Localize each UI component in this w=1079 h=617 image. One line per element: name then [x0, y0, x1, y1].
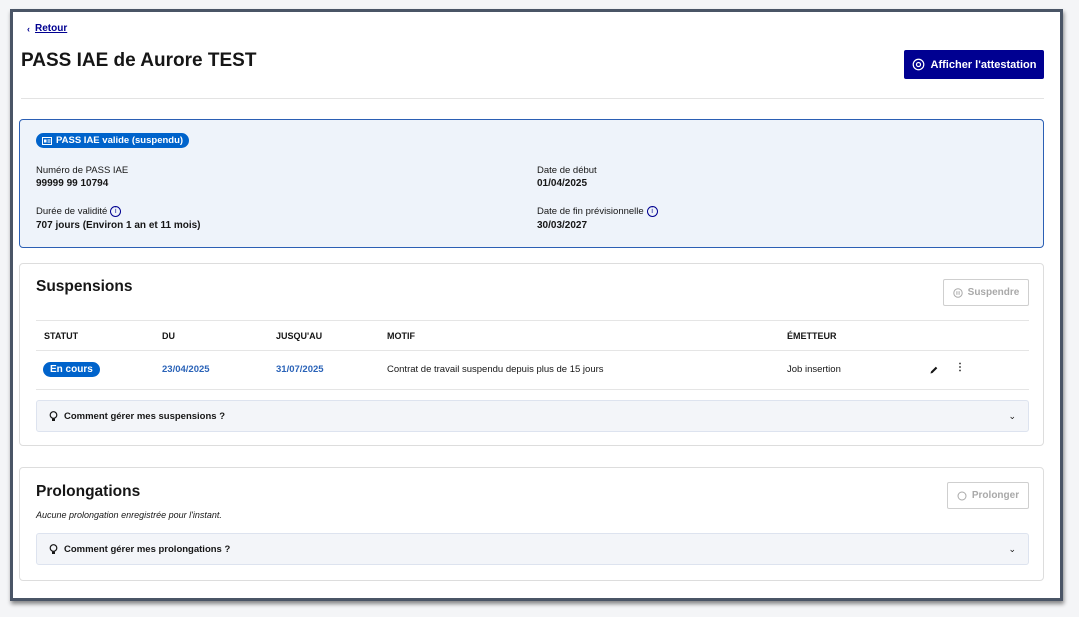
chevron-down-icon: ⌄: [1008, 543, 1016, 554]
circle-icon: [957, 491, 967, 500]
table-top-divider: [36, 320, 1029, 321]
validity-value: 707 jours (Environ 1 an et 11 mois): [36, 220, 201, 231]
header-divider: [21, 98, 1044, 99]
prolongations-title: Prolongations: [36, 483, 141, 500]
validity-label-row: Durée de validité i: [36, 206, 122, 218]
eye-icon: [912, 58, 924, 71]
more-options-icon[interactable]: ⋮: [955, 362, 965, 376]
table-header-divider: [36, 350, 1029, 351]
lightbulb-icon: [49, 410, 58, 421]
end-date-label-row: Date de fin prévisionnelle i: [537, 206, 658, 217]
end-date-value: 30/03/2027: [537, 220, 588, 231]
pause-circle-icon: [952, 287, 963, 298]
col-header-issuer: ÉMETTEUR: [787, 331, 837, 341]
prolongations-help-label: Comment gérer mes prolongations ?: [64, 543, 231, 555]
lightbulb-icon: [49, 543, 58, 554]
back-link[interactable]: ‹ Retour: [27, 23, 67, 34]
id-card-icon: [42, 136, 52, 145]
suspension-reason: Contrat de travail suspendu depuis plus …: [387, 364, 604, 375]
col-header-reason: MOTIF: [387, 331, 415, 341]
pass-status-label: PASS IAE valide (suspendu): [56, 135, 184, 146]
info-icon[interactable]: i: [646, 206, 658, 217]
suspension-issuer: Job insertion: [787, 364, 841, 375]
show-attestation-button[interactable]: Afficher l'attestation: [904, 50, 1044, 79]
table-row-divider: [36, 389, 1029, 390]
suspensions-help-accordion[interactable]: Comment gérer mes suspensions ? ⌄: [36, 400, 1029, 432]
prolong-button[interactable]: Prolonger: [947, 482, 1029, 509]
pass-number-label: Numéro de PASS IAE: [36, 165, 129, 176]
pass-info-card: PASS IAE valide (suspendu) Numéro de PAS…: [19, 119, 1044, 248]
prolong-button-label: Prolonger: [971, 490, 1020, 501]
back-link-label[interactable]: Retour: [35, 23, 67, 34]
prolongations-empty-note: Aucune prolongation enregistrée pour l'i…: [36, 510, 222, 520]
end-date-label: Date de fin prévisionnelle: [537, 206, 644, 218]
page-title: PASS IAE de Aurore TEST: [21, 50, 257, 71]
validity-label: Durée de validité: [36, 206, 108, 218]
status-badge: En cours: [43, 362, 100, 377]
col-header-status: STATUT: [44, 331, 79, 341]
prolongations-help-accordion[interactable]: Comment gérer mes prolongations ? ⌄: [36, 533, 1029, 565]
start-date-value: 01/04/2025: [537, 178, 588, 189]
suspend-button-label: Suspendre: [967, 287, 1020, 298]
suspensions-help-label: Comment gérer mes suspensions ?: [64, 410, 226, 422]
info-icon[interactable]: i: [110, 206, 122, 217]
suspension-to-date: 31/07/2025: [276, 364, 324, 375]
suspensions-card: Suspensions Suspendre STATUT DU JUSQU'AU…: [19, 263, 1044, 446]
suspend-button[interactable]: Suspendre: [943, 279, 1029, 306]
app-window: ‹ Retour PASS IAE de Aurore TEST Affiche…: [10, 9, 1063, 601]
pass-status-badge: PASS IAE valide (suspendu): [36, 133, 190, 148]
show-attestation-label: Afficher l'attestation: [930, 58, 1037, 71]
pass-number-value: 99999 99 10794: [36, 178, 109, 189]
edit-icon[interactable]: [929, 362, 943, 376]
col-header-from: DU: [162, 331, 175, 341]
chevron-left-icon: ‹: [27, 23, 30, 34]
chevron-down-icon: ⌄: [1008, 410, 1016, 421]
col-header-to: JUSQU'AU: [276, 331, 323, 341]
prolongations-card: Prolongations Aucune prolongation enregi…: [19, 467, 1044, 581]
suspensions-title: Suspensions: [36, 278, 133, 295]
suspension-from-date: 23/04/2025: [162, 364, 210, 375]
start-date-label: Date de début: [537, 165, 597, 176]
